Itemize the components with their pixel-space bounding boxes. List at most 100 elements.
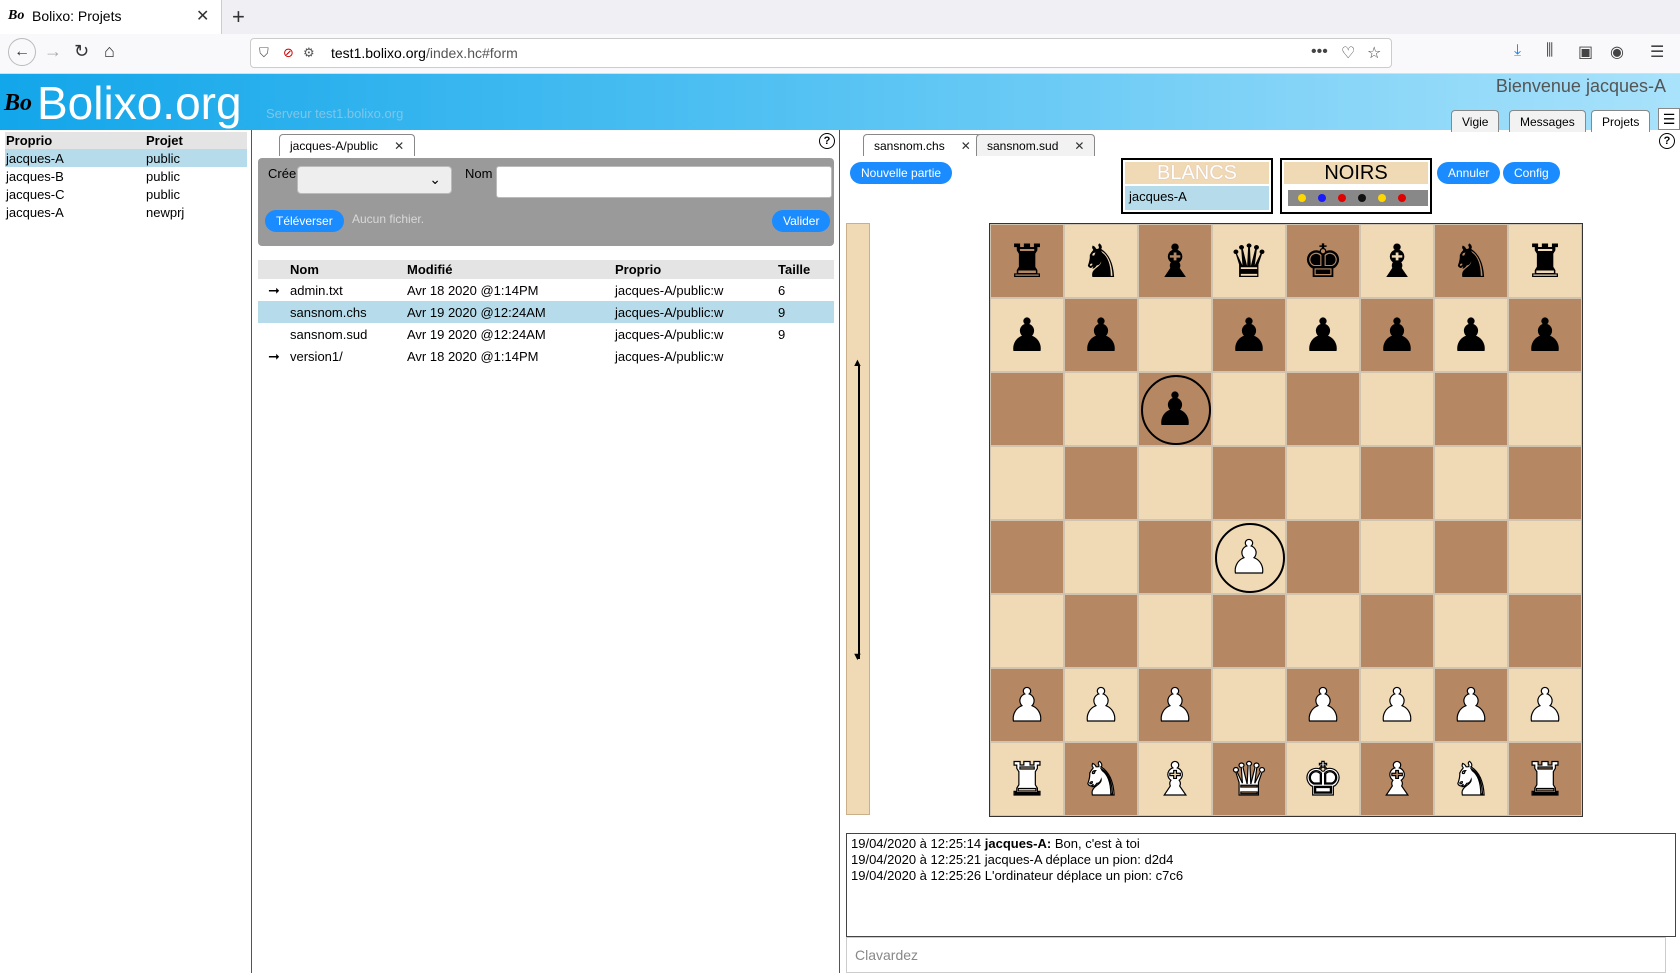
tab-sansnom-sud[interactable]: sansnom.sud ✕ [976, 134, 1096, 156]
file-name[interactable]: sansnom.sud [290, 323, 407, 345]
white-rook-icon[interactable]: ♜ [1524, 751, 1566, 806]
close-game-tab-icon[interactable]: ✕ [1074, 139, 1084, 153]
square-f4[interactable] [1360, 520, 1434, 594]
project-name[interactable]: public [145, 185, 247, 203]
square-g8[interactable]: ♞ [1434, 224, 1508, 298]
black-pawn-icon[interactable]: ♟ [1376, 308, 1417, 362]
square-f8[interactable]: ♝ [1360, 224, 1434, 298]
project-name[interactable]: public [145, 167, 247, 185]
square-h4[interactable] [1508, 520, 1582, 594]
file-name[interactable]: version1/ [290, 345, 407, 367]
square-f6[interactable] [1360, 372, 1434, 446]
permissions-icon[interactable]: ⚙ [303, 45, 315, 61]
square-b4[interactable] [1064, 520, 1138, 594]
project-name[interactable]: newprj [145, 203, 247, 221]
black-pawn-icon[interactable]: ♟ [1080, 308, 1121, 362]
project-row[interactable]: jacques-B public [5, 167, 247, 185]
black-king-icon[interactable]: ♚ [1302, 234, 1343, 288]
project-row[interactable]: jacques-A public [5, 149, 247, 167]
black-pawn-icon[interactable]: ♟ [1302, 308, 1343, 362]
black-rook-icon[interactable]: ♜ [1006, 234, 1047, 288]
white-pawn-icon[interactable]: ♟ [1006, 677, 1048, 732]
black-pawn-icon[interactable]: ♟ [1450, 308, 1491, 362]
app-menu-icon[interactable]: ☰ [1650, 42, 1664, 62]
shield-icon[interactable]: ⛉ [259, 45, 269, 61]
square-c2[interactable]: ♟ [1138, 668, 1212, 742]
square-b7[interactable]: ♟ [1064, 298, 1138, 372]
square-f7[interactable]: ♟ [1360, 298, 1434, 372]
forward-icon[interactable]: → [44, 41, 62, 62]
tab-projets[interactable]: Projets [1591, 110, 1651, 132]
downloads-icon[interactable]: ⤓ [1514, 42, 1521, 60]
help-icon[interactable]: ? [1659, 133, 1675, 149]
black-pawn-icon[interactable]: ♟ [1228, 308, 1269, 362]
close-tab-icon[interactable]: ✕ [196, 6, 209, 26]
black-pawn-icon[interactable]: ♟ [1006, 308, 1047, 362]
url-text[interactable]: test1.bolixo.org/index.hc#form [331, 45, 518, 61]
black-knight-icon[interactable]: ♞ [1450, 234, 1491, 288]
square-h3[interactable] [1508, 594, 1582, 668]
white-pawn-icon[interactable]: ♟ [1228, 529, 1270, 584]
square-b8[interactable]: ♞ [1064, 224, 1138, 298]
black-bishop-icon[interactable]: ♝ [1154, 234, 1195, 288]
square-f2[interactable]: ♟ [1360, 668, 1434, 742]
project-row[interactable]: jacques-A newprj [5, 203, 247, 221]
home-icon[interactable]: ⌂ [104, 41, 115, 62]
square-e4[interactable] [1286, 520, 1360, 594]
browser-tab[interactable]: Bo Bolixo: Projets ✕ [0, 0, 222, 34]
white-knight-icon[interactable]: ♞ [1080, 751, 1122, 806]
square-d1[interactable]: ♛ [1212, 742, 1286, 816]
insecure-lock-icon[interactable]: ⊘ [283, 45, 294, 61]
close-game-tab-icon[interactable]: ✕ [961, 139, 971, 153]
square-b2[interactable]: ♟ [1064, 668, 1138, 742]
name-input[interactable] [496, 166, 832, 198]
black-pawn-icon[interactable]: ♟ [1524, 308, 1565, 362]
tab-messages[interactable]: Messages [1509, 110, 1586, 132]
white-king-icon[interactable]: ♚ [1302, 751, 1344, 806]
file-name[interactable]: sansnom.chs [290, 301, 407, 323]
black-rook-icon[interactable]: ♜ [1524, 234, 1565, 288]
square-a6[interactable] [990, 372, 1064, 446]
chat-input[interactable]: Clavardez [846, 937, 1666, 973]
square-c5[interactable] [1138, 446, 1212, 520]
white-pawn-icon[interactable]: ♟ [1376, 677, 1418, 732]
tab-folder[interactable]: jacques-A/public ✕ [279, 134, 416, 156]
move-timeline-slider[interactable]: ▲ ▼ [846, 223, 870, 815]
square-b6[interactable] [1064, 372, 1138, 446]
create-type-select[interactable]: ⌄ [297, 166, 452, 194]
square-g3[interactable] [1434, 594, 1508, 668]
project-name[interactable]: public [145, 149, 247, 167]
square-a4[interactable] [990, 520, 1064, 594]
square-c1[interactable]: ♝ [1138, 742, 1212, 816]
bookmark-star-icon[interactable]: ☆ [1367, 43, 1381, 63]
white-bishop-icon[interactable]: ♝ [1376, 751, 1418, 806]
square-f1[interactable]: ♝ [1360, 742, 1434, 816]
square-b1[interactable]: ♞ [1064, 742, 1138, 816]
square-b3[interactable] [1064, 594, 1138, 668]
square-h7[interactable]: ♟ [1508, 298, 1582, 372]
square-g4[interactable] [1434, 520, 1508, 594]
tab-vigie[interactable]: Vigie [1451, 110, 1500, 132]
new-tab-icon[interactable]: + [232, 4, 245, 30]
square-a3[interactable] [990, 594, 1064, 668]
close-folder-tab-icon[interactable]: ✕ [394, 139, 404, 153]
enter-arrow-icon[interactable]: ➞ [258, 279, 290, 301]
library-icon[interactable]: ⫼ [1546, 42, 1553, 60]
square-d8[interactable]: ♛ [1212, 224, 1286, 298]
file-name[interactable]: admin.txt [290, 279, 407, 301]
square-f3[interactable] [1360, 594, 1434, 668]
validate-button[interactable]: Valider [772, 210, 831, 232]
square-a5[interactable] [990, 446, 1064, 520]
config-button[interactable]: Config [1503, 162, 1560, 184]
more-actions-icon[interactable]: ••• [1311, 43, 1328, 61]
square-g7[interactable]: ♟ [1434, 298, 1508, 372]
white-pawn-icon[interactable]: ♟ [1080, 677, 1122, 732]
square-d5[interactable] [1212, 446, 1286, 520]
square-d6[interactable] [1212, 372, 1286, 446]
white-pawn-icon[interactable]: ♟ [1524, 677, 1566, 732]
square-a2[interactable]: ♟ [990, 668, 1064, 742]
back-icon[interactable]: ← [8, 38, 36, 66]
square-e7[interactable]: ♟ [1286, 298, 1360, 372]
square-c7[interactable] [1138, 298, 1212, 372]
white-queen-icon[interactable]: ♛ [1228, 751, 1270, 806]
